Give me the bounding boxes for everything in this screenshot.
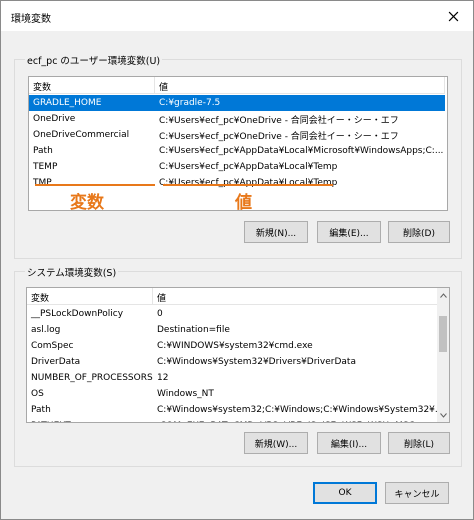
column-header-value[interactable]: 値 [155, 77, 445, 94]
variable-value-cell: C:¥gradle-7.5 [159, 98, 221, 108]
user-edit-button[interactable]: 編集(E)... [317, 221, 381, 243]
system-delete-button[interactable]: 削除(L) [388, 432, 450, 454]
variable-name-cell: GRADLE_HOME [33, 98, 102, 108]
user-variables-rows: GRADLE_HOME C:¥gradle-7.5 OneDrive C:¥Users… [29, 95, 445, 191]
scroll-down-arrow[interactable] [439, 410, 447, 420]
system-variables-scrollbar[interactable] [437, 288, 449, 422]
variable-name-cell: TMP [33, 178, 52, 188]
list-item[interactable]: TEMP C:¥Users¥ecf_pc¥AppData¥Local¥Temp [29, 159, 445, 175]
system-variables-list[interactable]: 変数 値 __PSLockDownPolicy 0 asl.log Destinati… [26, 287, 450, 423]
user-variables-group-title: ecf_pc のユーザー環境変数(U) [25, 53, 163, 67]
variable-name-cell: DriverData [31, 357, 81, 367]
variable-name-cell: OneDrive [33, 114, 76, 124]
system-variables-group: システム環境変数(S) 変数 値 __PSLockDownPolicy 0 asl.… [14, 265, 462, 467]
list-item[interactable]: GRADLE_HOME C:¥gradle-7.5 [29, 95, 445, 111]
variable-name-cell: __PSLockDownPolicy [31, 309, 124, 319]
window-title: 環境変数 [11, 14, 51, 25]
variable-value-cell: Windows_NT [157, 389, 214, 399]
variable-value-cell: C:¥WINDOWS¥system32¥cmd.exe [157, 341, 313, 351]
variable-name-cell: Path [33, 146, 53, 156]
list-item[interactable]: __PSLockDownPolicy 0 [27, 306, 443, 322]
user-new-button[interactable]: 新規(N)... [244, 221, 308, 243]
variable-value-cell: C:¥Users¥ecf_pc¥OneDrive - 合同会社イー・シー・エフ [159, 115, 399, 126]
variable-value-cell: C:¥Windows¥System32¥Drivers¥DriverData [157, 357, 356, 367]
list-item[interactable]: asl.log Destination=file [27, 322, 443, 338]
variable-name-cell: OS [31, 389, 44, 399]
user-delete-button[interactable]: 削除(D) [388, 221, 450, 243]
variable-value-cell: Destination=file [157, 325, 230, 335]
scrollbar-thumb[interactable] [439, 316, 447, 352]
scroll-up-arrow[interactable] [439, 290, 447, 300]
column-header-variable[interactable]: 変数 [29, 77, 155, 94]
system-new-button[interactable]: 新規(W)... [244, 432, 308, 454]
chevron-up-icon [439, 292, 447, 298]
variable-name-cell: NUMBER_OF_PROCESSORS [31, 373, 153, 383]
variable-name-cell: Path [31, 405, 51, 415]
system-edit-button[interactable]: 編集(I)... [317, 432, 381, 454]
user-variables-group: ecf_pc のユーザー環境変数(U) 変数 値 GRADLE_HOME C:¥g… [14, 53, 462, 259]
list-item[interactable]: OneDriveCommercial C:¥Users¥ecf_pc¥OneDri… [29, 127, 445, 143]
variable-value-cell: C:¥Users¥ecf_pc¥AppData¥Local¥Temp [159, 178, 338, 188]
variable-value-cell: C:¥Users¥ecf_pc¥AppData¥Local¥Microsoft¥… [159, 146, 444, 156]
variable-name-cell: OneDriveCommercial [33, 130, 130, 140]
list-item[interactable]: OS Windows_NT [27, 386, 443, 402]
variable-value-cell: C:¥Users¥ecf_pc¥AppData¥Local¥Temp [159, 162, 338, 172]
variable-value-cell: 12 [157, 373, 169, 383]
variable-value-cell: 0 [157, 309, 163, 319]
annotation-label-value: 値 [235, 193, 252, 213]
list-item[interactable]: DriverData C:¥Windows¥System32¥Drivers¥Dr… [27, 354, 443, 370]
list-item[interactable]: Path C:¥Users¥ecf_pc¥AppData¥Local¥Micros… [29, 143, 445, 159]
column-header-variable[interactable]: 変数 [27, 288, 153, 305]
ok-button[interactable]: OK [313, 482, 377, 504]
list-item[interactable]: ComSpec C:¥WINDOWS¥system32¥cmd.exe [27, 338, 443, 354]
chevron-down-icon [439, 412, 447, 418]
close-icon [448, 11, 458, 21]
variable-name-cell: ComSpec [31, 341, 74, 351]
list-item[interactable]: OneDrive C:¥Users¥ecf_pc¥OneDrive - 合同会社イ… [29, 111, 445, 127]
cancel-button[interactable]: キャンセル [385, 482, 449, 504]
environment-variables-dialog: 環境変数 ecf_pc のユーザー環境変数(U) 変数 値 GRADLE_HOM… [0, 0, 474, 520]
column-header-value[interactable]: 値 [153, 288, 443, 305]
list-item[interactable]: NUMBER_OF_PROCESSORS 12 [27, 370, 443, 386]
variable-name-cell: asl.log [31, 325, 61, 335]
system-variables-group-title: システム環境変数(S) [25, 265, 119, 279]
variable-value-cell: .COM;.EXE;.BAT;.CMD;.VBS;.VBE;.JS;.JSE;.… [153, 421, 443, 422]
system-variables-header: 変数 値 [27, 288, 443, 305]
close-button[interactable] [441, 5, 465, 27]
variable-value-cell: C:¥Users¥ecf_pc¥OneDrive - 合同会社イー・シー・エフ [159, 131, 399, 142]
variable-name-cell: TEMP [33, 162, 58, 172]
annotation-label-variable: 変数 [70, 193, 104, 213]
list-item[interactable]: Path C:¥Windows¥system32;C:¥Windows;C:¥Wi… [27, 402, 443, 418]
variable-value-cell: C:¥Windows¥system32;C:¥Windows;C:¥Window… [157, 405, 443, 415]
title-bar: 環境変数 [1, 1, 473, 31]
variable-name-cell: PATHEXT [27, 421, 153, 422]
system-variables-rows: __PSLockDownPolicy 0 asl.log Destination=fi… [27, 306, 443, 422]
list-item[interactable]: PATHEXT.COM;.EXE;.BAT;.CMD;.VBS;.VBE;.JS… [27, 418, 443, 422]
annotation-underline-variable [35, 184, 155, 186]
user-variables-header: 変数 値 [29, 77, 445, 94]
annotation-underline-value [163, 184, 333, 186]
